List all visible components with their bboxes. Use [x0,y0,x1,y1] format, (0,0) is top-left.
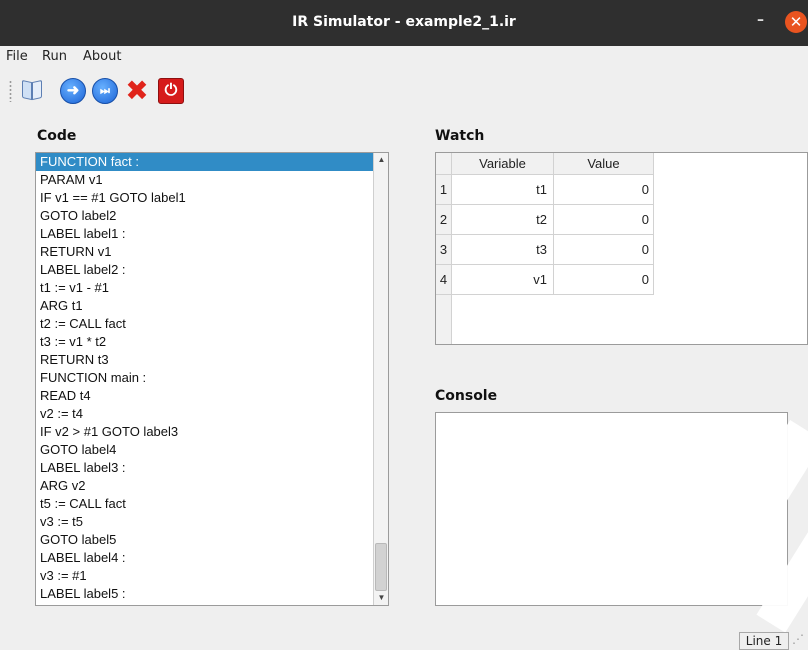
toolbar: ➜ ⏭ ✖ ⏻ [0,70,808,110]
code-line[interactable]: LABEL label2 : [36,261,373,279]
column-header-value[interactable]: Value [554,153,654,175]
title-bar[interactable]: IR Simulator - example2_1.ir – ✕ [0,0,808,46]
code-line[interactable]: t2 := CALL fact [36,315,373,333]
code-line[interactable]: IF v1 == #1 GOTO label1 [36,189,373,207]
value-cell[interactable]: 0 [554,265,654,295]
power-icon[interactable]: ⏻ [158,78,184,104]
close-icon[interactable]: ✕ [785,11,807,33]
window-title: IR Simulator - example2_1.ir [292,14,516,30]
code-line[interactable]: v3 := t5 [36,513,373,531]
scroll-thumb[interactable] [375,543,387,591]
menu-bar: File Run About [0,46,808,68]
row-index[interactable]: 1 [436,175,452,205]
code-line[interactable]: LABEL label5 : [36,585,373,603]
table-corner[interactable] [436,153,452,175]
menu-run[interactable]: Run [42,49,67,64]
resize-grip-icon[interactable]: ⋰ [792,632,804,646]
code-line[interactable]: IF v2 > #1 GOTO label3 [36,423,373,441]
line-status: Line 1 [739,632,789,650]
value-cell[interactable]: 0 [554,205,654,235]
stop-icon[interactable]: ✖ [124,77,150,105]
code-line[interactable]: RETURN v1 [36,243,373,261]
code-line[interactable]: GOTO label5 [36,531,373,549]
row-index[interactable]: 4 [436,265,452,295]
code-list[interactable]: FUNCTION fact : PARAM v1 IF v1 == #1 GOTO … [35,152,389,606]
code-line[interactable]: t5 := CALL fact [36,495,373,513]
code-line[interactable]: LABEL label4 : [36,549,373,567]
column-header-variable[interactable]: Variable [452,153,554,175]
code-scrollbar[interactable]: ▲ ▼ [373,153,388,605]
code-line[interactable]: GOTO label2 [36,207,373,225]
code-line[interactable]: RETURN t3 [36,351,373,369]
console-title: Console [435,388,498,404]
value-cell[interactable]: 0 [554,175,654,205]
variable-cell[interactable]: t2 [452,205,554,235]
row-index[interactable]: 3 [436,235,452,265]
run-icon[interactable]: ➜ [60,78,86,104]
code-line[interactable]: FUNCTION main : [36,369,373,387]
code-line[interactable]: PARAM v1 [36,171,373,189]
book-left-page [22,79,32,101]
step-icon[interactable]: ⏭ [92,78,118,104]
value-cell[interactable]: 0 [554,235,654,265]
minimize-icon[interactable]: – [757,12,764,28]
code-line[interactable]: LABEL label3 : [36,459,373,477]
code-line[interactable]: ARG t1 [36,297,373,315]
book-right-page [32,79,42,101]
code-line[interactable]: READ t4 [36,387,373,405]
code-line[interactable]: FUNCTION fact : [36,153,373,171]
code-line[interactable]: LABEL label1 : [36,225,373,243]
code-lines: FUNCTION fact : PARAM v1 IF v1 == #1 GOTO … [36,153,373,603]
watch-title: Watch [435,128,485,144]
code-line[interactable]: v2 := t4 [36,405,373,423]
code-line[interactable]: ARG v2 [36,477,373,495]
code-line[interactable]: t3 := v1 * t2 [36,333,373,351]
variable-cell[interactable]: v1 [452,265,554,295]
menu-about[interactable]: About [83,49,121,64]
row-index[interactable]: 2 [436,205,452,235]
variable-cell[interactable]: t3 [452,235,554,265]
scroll-up-icon[interactable]: ▲ [374,153,388,167]
menu-file[interactable]: File [6,49,28,64]
code-line[interactable]: GOTO label4 [36,441,373,459]
watch-table[interactable]: Variable Value 1 t1 0 2 t2 0 3 t3 0 4 v1… [435,152,808,345]
toolbar-grip[interactable] [9,80,12,102]
scroll-down-icon[interactable]: ▼ [374,591,388,605]
open-book-icon[interactable] [20,78,46,104]
code-title: Code [37,128,77,144]
code-line[interactable]: v3 := #1 [36,567,373,585]
code-line[interactable]: t1 := v1 - #1 [36,279,373,297]
variable-cell[interactable]: t1 [452,175,554,205]
